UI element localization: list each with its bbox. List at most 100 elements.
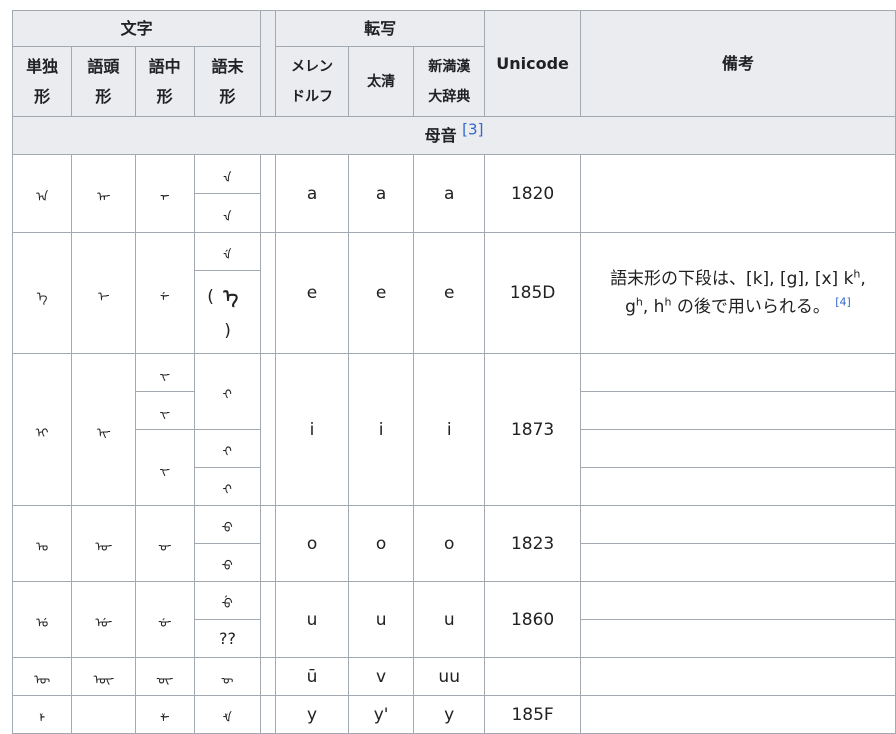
- u-spacer: [260, 581, 277, 658]
- y-note: [579, 695, 896, 734]
- a-gochu: ᠊ᠠ᠊: [134, 154, 195, 233]
- i-note-3: [579, 429, 896, 468]
- u-gomatsu-2: ??: [193, 619, 262, 658]
- o-tai: o: [348, 505, 415, 582]
- uu-gomatsu: ᠊ᡡ: [193, 657, 262, 696]
- a-gomatsu-1: ᠊ᠠ: [193, 154, 262, 194]
- y-gomatsu: ᠊ᡟ: [193, 695, 262, 734]
- e-gomatsu-1: ᠊ᡝ: [193, 232, 262, 271]
- header-moji: 文字: [11, 10, 262, 47]
- i-note-2: [579, 391, 896, 430]
- i-spacer: [260, 353, 277, 506]
- uu-note: [579, 657, 896, 696]
- e-mel: e: [275, 232, 350, 354]
- u-note-2: [579, 619, 896, 658]
- a-note: [579, 154, 896, 233]
- i-note-4: [579, 467, 896, 506]
- i-tandoku: ᡳ: [11, 353, 73, 506]
- e-tandoku: ᡝ: [11, 232, 73, 354]
- y-spacer: [260, 695, 277, 734]
- e-spacer: [260, 232, 277, 354]
- i-tai: i: [348, 353, 415, 506]
- y-mel: y: [275, 695, 350, 734]
- o-note-2: [579, 543, 896, 582]
- uu-mel: ū: [275, 657, 350, 696]
- o-spacer: [260, 505, 277, 582]
- u-gochu: ᠊ᡠ᠊: [134, 581, 195, 658]
- e-glyph-image: ᡝ: [213, 278, 248, 316]
- o-goto: ᠣ᠊: [71, 505, 136, 582]
- uu-goto: ᡡ᠊: [71, 657, 136, 696]
- header-tensha: 転写: [275, 10, 486, 47]
- u-shin: u: [413, 581, 486, 658]
- header-taishin: 太清: [348, 46, 415, 117]
- u-note-1: [579, 581, 896, 620]
- u-tai: u: [348, 581, 415, 658]
- header-mellendorff: メレン ドルフ: [275, 46, 350, 117]
- e-tai: e: [348, 232, 415, 354]
- i-gochu-3: ᠊ᡳ᠊: [134, 429, 195, 506]
- a-tandoku: ᠠ: [11, 154, 73, 233]
- u-gomatsu-1: ᠊ᡠ: [193, 581, 262, 620]
- u-tandoku: ᡠ: [11, 581, 73, 658]
- uu-gochu: ᠊ᡡ᠊: [134, 657, 195, 696]
- y-unicode: 185F: [484, 695, 581, 734]
- o-mel: o: [275, 505, 350, 582]
- header-tandoku: 単独形: [11, 46, 73, 117]
- i-goto: ᡳ᠊: [71, 353, 136, 506]
- y-goto: [71, 695, 136, 734]
- i-gochu-1: ᠊ᡳ᠊: [134, 353, 195, 392]
- header-unicode: Unicode: [484, 10, 581, 117]
- i-gomatsu-2: ᠊ᡳ: [193, 429, 262, 468]
- a-gomatsu-2: ᠊ᠠ: [193, 193, 262, 233]
- i-note-1: [579, 353, 896, 392]
- header-gomatsu: 語末形: [193, 46, 262, 117]
- o-gomatsu-2: ᠊ᠣ: [193, 543, 262, 582]
- o-tandoku: ᠣ: [11, 505, 73, 582]
- a-goto: ᠠ᠊: [71, 154, 136, 233]
- e-gomatsu-2: (ᡝ): [193, 270, 262, 354]
- uu-unicode: [484, 657, 581, 696]
- o-shin: o: [413, 505, 486, 582]
- ref-link-3[interactable]: [3]: [462, 120, 483, 138]
- header-spacer: [260, 10, 277, 117]
- y-tai: y': [348, 695, 415, 734]
- header-gochu: 語中形: [134, 46, 195, 117]
- e-goto: ᡝ᠊: [71, 232, 136, 354]
- y-gochu: ᠊ᡟ᠊: [134, 695, 195, 734]
- uu-shin: uu: [413, 657, 486, 696]
- u-mel: u: [275, 581, 350, 658]
- o-gomatsu-1: ᠊ᠣ: [193, 505, 262, 544]
- uu-spacer: [260, 657, 277, 696]
- i-gochu-2: ᠊ᡳ᠊: [134, 391, 195, 430]
- u-unicode: 1860: [484, 581, 581, 658]
- uu-tai: v: [348, 657, 415, 696]
- a-mel: a: [275, 154, 350, 233]
- e-shin: e: [413, 232, 486, 354]
- ref-link-4[interactable]: [4]: [835, 295, 851, 308]
- y-tandoku: ᡟ: [11, 695, 73, 734]
- i-mel: i: [275, 353, 350, 506]
- uu-tandoku: ᡡ: [11, 657, 73, 696]
- section-vowels: 母音 [3]: [12, 116, 896, 155]
- o-unicode: 1823: [484, 505, 581, 582]
- o-gochu: ᠊ᠣ᠊: [134, 505, 195, 582]
- a-spacer: [260, 154, 277, 233]
- i-shin: i: [413, 353, 486, 506]
- header-biko: 備考: [579, 10, 896, 117]
- e-note: 語末形の下段は、[k], [g], [x] kh, gh, hh の後で用いられる…: [579, 232, 896, 354]
- i-gomatsu-3: ᠊ᡳ: [193, 467, 262, 506]
- a-shin: a: [413, 154, 486, 233]
- header-shinmankan: 新満漢 大辞典: [413, 46, 486, 117]
- y-shin: y: [413, 695, 486, 734]
- header-goto: 語頭形: [71, 46, 136, 117]
- e-unicode: 185D: [484, 232, 581, 354]
- a-unicode: 1820: [484, 154, 581, 233]
- o-note-1: [579, 505, 896, 544]
- vowel-table: 文字 転写 Unicode 備考 単独形 語頭形 語中形 語末形 メレン ドルフ …: [11, 10, 896, 734]
- i-unicode: 1873: [484, 353, 581, 506]
- u-goto: ᡠ᠊: [71, 581, 136, 658]
- e-gochu: ᠊ᡝ᠊: [134, 232, 195, 354]
- a-tai: a: [348, 154, 415, 233]
- i-gomatsu-1: ᠊ᡳ: [193, 353, 262, 430]
